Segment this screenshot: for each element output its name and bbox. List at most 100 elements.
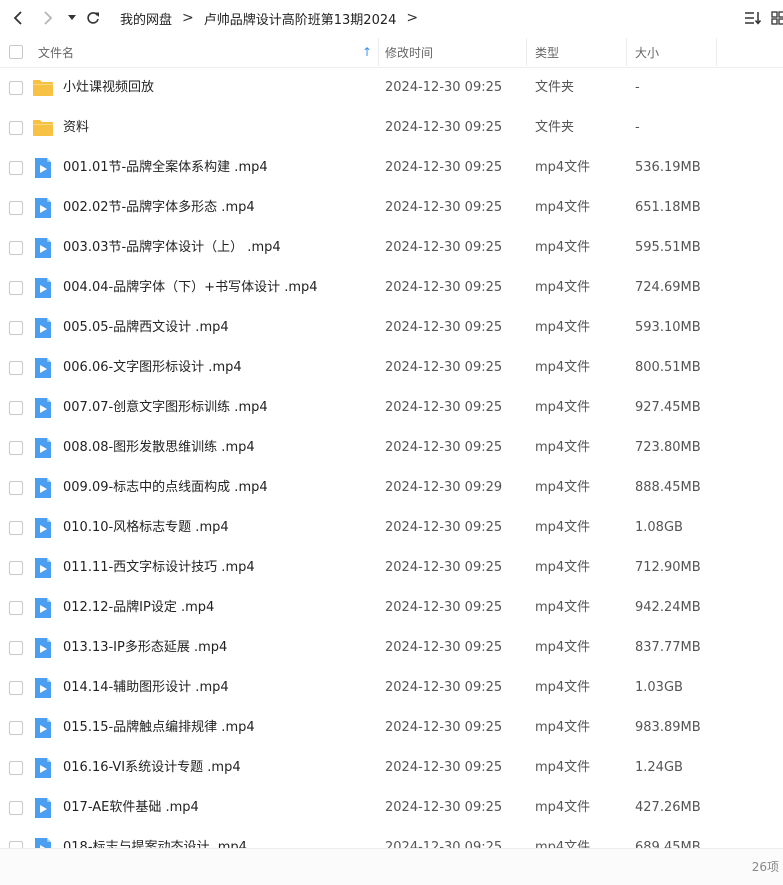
file-row[interactable]: 017-AE软件基础 .mp4 2024-12-30 09:25 mp4文件 427.… [0, 788, 783, 828]
file-name[interactable]: 018-标志与提案动态设计 .mp4 [63, 828, 247, 848]
file-name[interactable]: 002.02节-品牌字体多形态 .mp4 [63, 188, 255, 228]
file-name[interactable]: 001.01节-品牌全案体系构建 .mp4 [63, 148, 268, 188]
column-divider[interactable] [716, 38, 717, 66]
row-checkbox[interactable] [9, 681, 23, 695]
file-row[interactable]: 007.07-创意文字图形标训练 .mp4 2024-12-30 09:25 mp4… [0, 388, 783, 428]
forward-button[interactable] [36, 0, 60, 36]
file-modified-time: 2024-12-30 09:25 [385, 560, 503, 575]
file-name[interactable]: 008.08-图形发散思维训练 .mp4 [63, 428, 255, 468]
row-checkbox[interactable] [9, 361, 23, 375]
file-name[interactable]: 014.14-辅助图形设计 .mp4 [63, 668, 229, 708]
file-row[interactable]: 009.09-标志中的点线面构成 .mp4 2024-12-30 09:29 mp4… [0, 468, 783, 508]
video-file-icon [32, 357, 54, 379]
breadcrumb-root[interactable]: 我的网盘 [116, 9, 176, 28]
view-toggle-button[interactable] [770, 6, 783, 30]
file-size: 1.08GB [635, 520, 683, 535]
sort-button[interactable] [742, 6, 764, 30]
column-divider[interactable] [626, 38, 627, 66]
row-checkbox[interactable] [9, 641, 23, 655]
row-checkbox[interactable] [9, 161, 23, 175]
file-row[interactable]: 018-标志与提案动态设计 .mp4 2024-12-30 09:25 mp4文件 6… [0, 828, 783, 848]
file-row[interactable]: 016.16-VI系统设计专题 .mp4 2024-12-30 09:25 mp4文… [0, 748, 783, 788]
row-checkbox[interactable] [9, 401, 23, 415]
file-name[interactable]: 017-AE软件基础 .mp4 [63, 788, 199, 828]
row-checkbox[interactable] [9, 441, 23, 455]
row-checkbox[interactable] [9, 521, 23, 535]
file-name[interactable]: 资料 [63, 108, 89, 148]
refresh-button[interactable] [82, 0, 104, 36]
file-name[interactable]: 007.07-创意文字图形标训练 .mp4 [63, 388, 268, 428]
file-size: 888.45MB [635, 480, 701, 495]
file-size: 689.45MB [635, 840, 701, 848]
file-row[interactable]: 010.10-风格标志专题 .mp4 2024-12-30 09:25 mp4文件 1… [0, 508, 783, 548]
file-type: mp4文件 [535, 360, 591, 375]
file-row[interactable]: 003.03节-品牌字体设计（上） .mp4 2024-12-30 09:25 mp… [0, 228, 783, 268]
file-row[interactable]: 011.11-西文字标设计技巧 .mp4 2024-12-30 09:25 mp4文… [0, 548, 783, 588]
file-name[interactable]: 003.03节-品牌字体设计（上） .mp4 [63, 228, 281, 268]
row-checkbox[interactable] [9, 721, 23, 735]
history-dropdown-button[interactable] [64, 0, 80, 36]
row-checkbox[interactable] [9, 801, 23, 815]
file-type: mp4文件 [535, 760, 591, 775]
row-checkbox[interactable] [9, 321, 23, 335]
video-file-icon [32, 597, 54, 619]
file-size: 723.80MB [635, 440, 701, 455]
file-name[interactable]: 012.12-品牌IP设定 .mp4 [63, 588, 214, 628]
row-checkbox[interactable] [9, 121, 23, 135]
file-row[interactable]: 资料 2024-12-30 09:25 文件夹 - [0, 108, 783, 148]
column-size[interactable]: 大小 [635, 36, 715, 68]
row-checkbox[interactable] [9, 81, 23, 95]
file-modified-time: 2024-12-30 09:25 [385, 800, 503, 815]
file-row[interactable]: 013.13-IP多形态延展 .mp4 2024-12-30 09:25 mp4文件… [0, 628, 783, 668]
file-name[interactable]: 010.10-风格标志专题 .mp4 [63, 508, 229, 548]
file-name[interactable]: 015.15-品牌触点编排规律 .mp4 [63, 708, 255, 748]
file-row[interactable]: 015.15-品牌触点编排规律 .mp4 2024-12-30 09:25 mp4文… [0, 708, 783, 748]
file-row[interactable]: 002.02节-品牌字体多形态 .mp4 2024-12-30 09:25 mp4文… [0, 188, 783, 228]
video-file-icon [32, 237, 54, 259]
file-row[interactable]: 001.01节-品牌全案体系构建 .mp4 2024-12-30 09:25 mp4… [0, 148, 783, 188]
row-checkbox[interactable] [9, 201, 23, 215]
file-size: - [635, 80, 640, 95]
file-name[interactable]: 009.09-标志中的点线面构成 .mp4 [63, 468, 268, 508]
breadcrumb-trailing-separator[interactable]: > [400, 10, 424, 26]
row-checkbox[interactable] [9, 561, 23, 575]
column-name-label: 文件名 [38, 45, 75, 60]
status-bar: 26项 [0, 848, 783, 885]
file-modified-time: 2024-12-30 09:25 [385, 80, 503, 95]
back-button[interactable] [6, 0, 30, 36]
file-name[interactable]: 013.13-IP多形态延展 .mp4 [63, 628, 227, 668]
select-all-checkbox[interactable] [9, 45, 23, 59]
row-checkbox[interactable] [9, 601, 23, 615]
file-row[interactable]: 014.14-辅助图形设计 .mp4 2024-12-30 09:25 mp4文件 1… [0, 668, 783, 708]
file-row[interactable]: 008.08-图形发散思维训练 .mp4 2024-12-30 09:25 mp4文… [0, 428, 783, 468]
row-checkbox[interactable] [9, 841, 23, 848]
row-checkbox[interactable] [9, 761, 23, 775]
sort-list-icon [745, 12, 762, 25]
column-divider[interactable] [378, 38, 379, 66]
row-checkbox[interactable] [9, 281, 23, 295]
file-row[interactable]: 004.04-品牌字体（下）+书写体设计 .mp4 2024-12-30 09:2… [0, 268, 783, 308]
file-name[interactable]: 005.05-品牌西文设计 .mp4 [63, 308, 229, 348]
file-row[interactable]: 小灶课视频回放 2024-12-30 09:25 文件夹 - [0, 68, 783, 108]
file-name[interactable]: 004.04-品牌字体（下）+书写体设计 .mp4 [63, 268, 318, 308]
file-name[interactable]: 006.06-文字图形标设计 .mp4 [63, 348, 242, 388]
file-name[interactable]: 011.11-西文字标设计技巧 .mp4 [63, 548, 255, 588]
column-name[interactable]: 文件名 ↑ [38, 36, 376, 68]
row-checkbox[interactable] [9, 241, 23, 255]
item-count: 26项 [751, 860, 779, 874]
column-header: 文件名 ↑ 修改时间 类型 大小 [0, 36, 783, 68]
file-row[interactable]: 006.06-文字图形标设计 .mp4 2024-12-30 09:25 mp4文件… [0, 348, 783, 388]
file-name[interactable]: 小灶课视频回放 [63, 68, 154, 108]
breadcrumb: 我的网盘 > 卢帅品牌设计高阶班第13期2024 > [116, 0, 424, 36]
file-size: 800.51MB [635, 360, 701, 375]
file-row[interactable]: 012.12-品牌IP设定 .mp4 2024-12-30 09:25 mp4文件 9… [0, 588, 783, 628]
column-type[interactable]: 类型 [535, 36, 625, 68]
row-checkbox[interactable] [9, 481, 23, 495]
file-name[interactable]: 016.16-VI系统设计专题 .mp4 [63, 748, 241, 788]
breadcrumb-current[interactable]: 卢帅品牌设计高阶班第13期2024 [200, 9, 401, 28]
file-modified-time: 2024-12-30 09:25 [385, 160, 503, 175]
folder-icon [32, 117, 54, 139]
column-modified[interactable]: 修改时间 [385, 36, 525, 68]
file-row[interactable]: 005.05-品牌西文设计 .mp4 2024-12-30 09:25 mp4文件 5… [0, 308, 783, 348]
column-divider[interactable] [526, 38, 527, 66]
